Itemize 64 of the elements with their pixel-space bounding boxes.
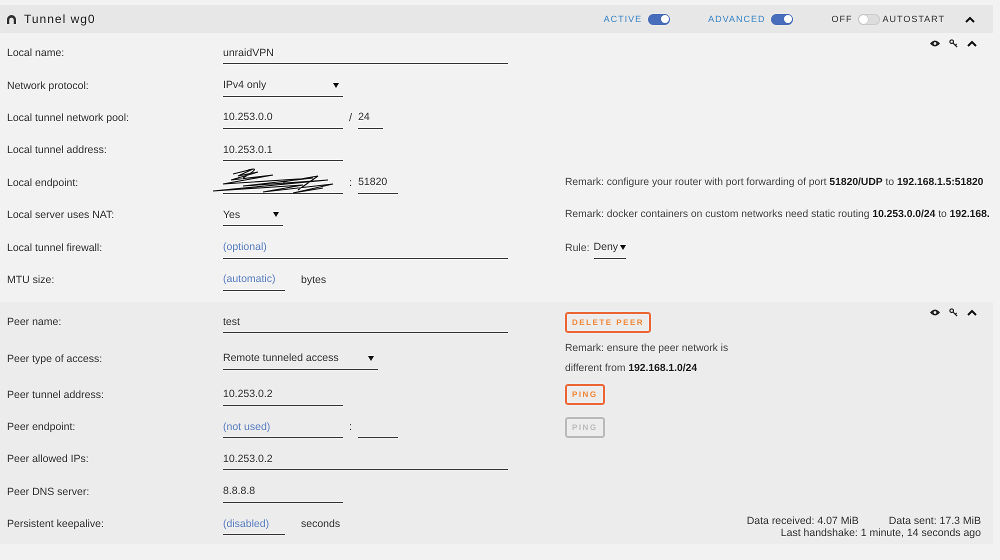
text-field[interactable]: 10.253.0.0 xyxy=(223,106,343,129)
tunnel-title: Tunnel wg0 xyxy=(24,12,96,26)
text-field[interactable]: (optional) xyxy=(223,236,508,259)
text-field[interactable]: 10.253.0.2 xyxy=(223,384,343,406)
field-label: Local tunnel network pool: xyxy=(7,112,130,124)
toggle-switch[interactable] xyxy=(648,14,670,24)
text-field[interactable]: (automatic) xyxy=(223,268,285,291)
caret-icon xyxy=(368,356,374,361)
field-label: Network protocol: xyxy=(7,80,90,92)
remark-text: Remark: configure your router with port forwarding of port 51820/UDP to 192.168.1.5:51820 xyxy=(565,176,984,190)
stat-text: Last handshake: 1 minute, 14 seconds ago xyxy=(780,527,981,540)
toggle-label: OFF xyxy=(831,14,852,24)
field-label: Local endpoint: xyxy=(7,176,80,189)
unit-label: bytes xyxy=(301,274,326,286)
text-field[interactable]: 10.253.0.1 xyxy=(223,139,343,162)
field-label: Local name: xyxy=(7,47,66,60)
field-separator: : xyxy=(349,176,352,189)
caret-icon xyxy=(273,212,279,218)
dropdown[interactable]: Remote tunneled access xyxy=(223,348,378,370)
key-icon[interactable] xyxy=(949,308,958,318)
collapse-icon[interactable] xyxy=(967,40,977,47)
text-field[interactable]: 10.253.0.2 xyxy=(223,448,508,470)
toggle-label: AUTOSTART xyxy=(882,14,945,24)
text-field[interactable]: test xyxy=(223,311,508,334)
field-label: MTU size: xyxy=(7,274,56,286)
field-label: Peer DNS server: xyxy=(7,486,90,498)
field-label: Peer name: xyxy=(7,316,62,328)
tunnel-icon xyxy=(7,14,16,24)
remark-text: Remark: docker containers on custom networks need static routing 10.253.0.0/24 to 192.168. xyxy=(565,208,990,222)
field-label: Peer allowed IPs: xyxy=(7,453,90,466)
field-label: Peer type of access: xyxy=(7,352,104,365)
toggle-switch[interactable] xyxy=(858,14,880,24)
caret-icon xyxy=(333,82,339,88)
stat-text: Data received: 4.07 MiB xyxy=(746,515,859,528)
toggle-switch[interactable] xyxy=(771,14,794,24)
key-icon[interactable] xyxy=(949,39,958,48)
stat-text: Data sent: 17.3 MiB xyxy=(888,515,981,528)
text-field[interactable]: 24 xyxy=(358,106,384,129)
text-field[interactable]: unraidVPN xyxy=(223,42,508,64)
toggle-label: ADVANCED xyxy=(708,14,766,24)
field-label: Local tunnel address: xyxy=(7,144,108,156)
text-field[interactable]: 8.8.8.8 xyxy=(223,480,343,503)
field-label: Peer tunnel address: xyxy=(7,388,105,401)
field-separator: / xyxy=(349,112,352,124)
dropdown[interactable]: Deny xyxy=(594,236,626,259)
rule-label: Rule: xyxy=(565,242,590,254)
eye-icon[interactable] xyxy=(930,309,940,316)
field-label: Local tunnel firewall: xyxy=(7,242,104,254)
eye-icon[interactable] xyxy=(930,40,940,47)
remark-text: Remark: ensure the peer network is different from 192.168.1.0/24 xyxy=(565,342,728,376)
dropdown[interactable]: Yes xyxy=(223,204,283,226)
field-label: Local server uses NAT: xyxy=(7,209,116,222)
text-field[interactable]: (not used) xyxy=(223,416,343,438)
caret-icon xyxy=(620,244,626,250)
field-label: Peer endpoint: xyxy=(7,421,76,434)
collapse-icon[interactable] xyxy=(965,16,975,22)
field-label: Persistent keepalive: xyxy=(7,518,105,530)
collapse-icon[interactable] xyxy=(967,309,977,316)
text-field[interactable]: (disabled) xyxy=(223,513,285,536)
field-separator: : xyxy=(349,421,352,434)
dropdown[interactable]: IPv4 only xyxy=(223,74,343,97)
text-field[interactable]: 51820 xyxy=(358,172,398,194)
unit-label: seconds xyxy=(301,518,340,530)
toggle-label: ACTIVE xyxy=(604,14,642,24)
